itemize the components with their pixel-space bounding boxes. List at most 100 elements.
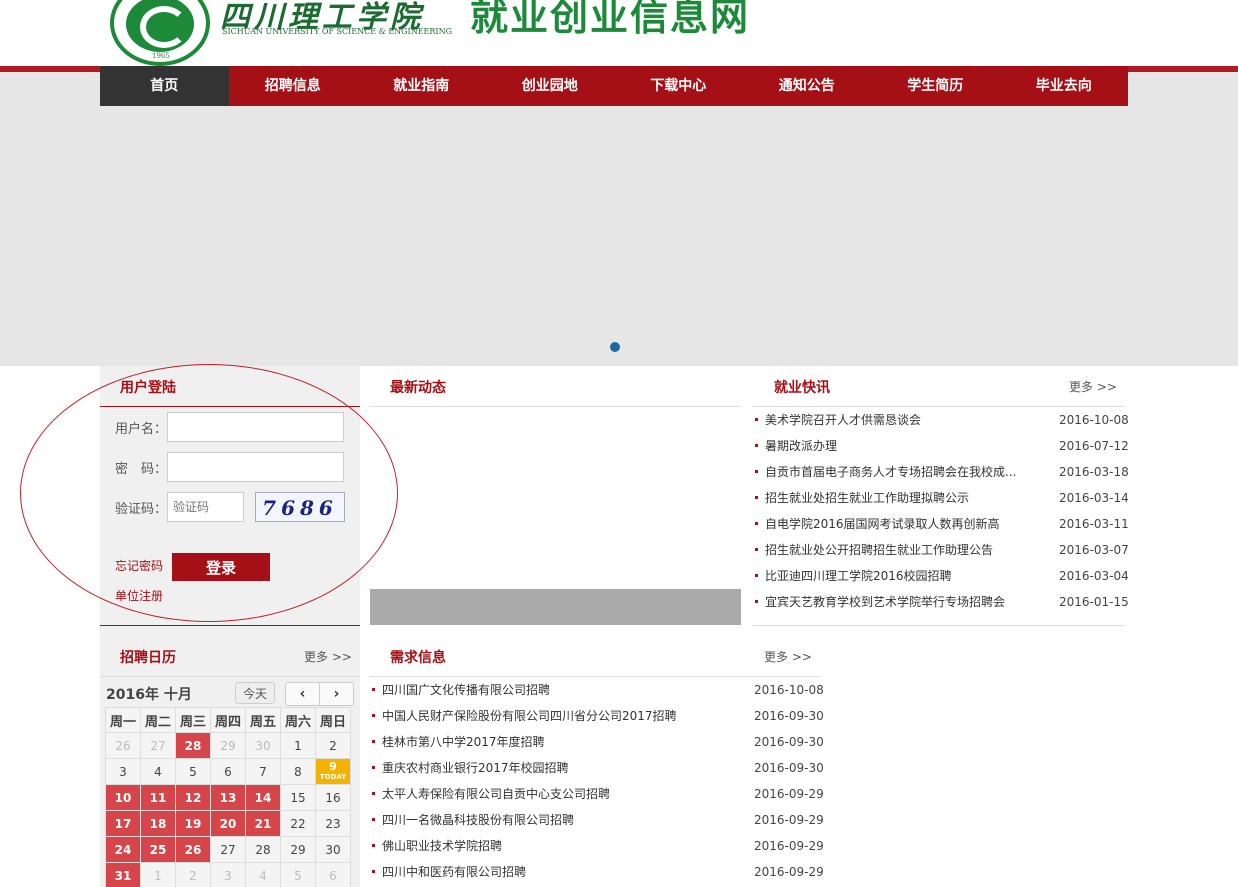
calendar-day[interactable]: 8 (280, 758, 316, 785)
logo[interactable]: 1965 四川理工学院 SICHUAN UNIVERSITY OF SCIENC… (110, 0, 460, 66)
list-item-title[interactable]: 中国人民财产保险股份有限公司四川省分公司2017招聘 (382, 703, 677, 729)
username-input[interactable] (167, 412, 344, 442)
calendar-day[interactable]: 16 (315, 784, 351, 811)
calendar-day[interactable]: 27 (210, 836, 246, 863)
calendar-prev-button[interactable]: ‹ (285, 682, 320, 706)
calendar-day[interactable]: 26 (175, 836, 211, 863)
employment-news-more-link[interactable]: 更多 >> (1069, 378, 1117, 395)
calendar-day[interactable]: 2 (175, 862, 211, 887)
list-item[interactable]: 招生就业处公开招聘招生就业工作助理公告 2016-03-07 (755, 537, 1129, 563)
list-item[interactable]: 四川国广文化传播有限公司招聘 2016-10-08 (372, 677, 824, 703)
calendar-day[interactable]: 6 (315, 862, 351, 887)
list-item[interactable]: 暑期改派办理 2016-07-12 (755, 433, 1129, 459)
calendar-today-button[interactable]: 今天 (235, 682, 275, 704)
calendar-day[interactable]: 28 (175, 732, 211, 759)
calendar-day[interactable]: 29 (210, 732, 246, 759)
calendar-day[interactable]: 28 (245, 836, 281, 863)
list-item[interactable]: 佛山职业技术学院招聘 2016-09-29 (372, 833, 824, 859)
calendar-day[interactable]: 31 (105, 862, 141, 887)
nav-item[interactable]: 学生简历 (871, 66, 1000, 106)
calendar-day[interactable]: 3 (105, 758, 141, 785)
list-item-title[interactable]: 宜宾天艺教育学校到艺术学院举行专场招聘会 (765, 589, 1005, 615)
nav-item[interactable]: 就业指南 (357, 66, 486, 106)
nav-item[interactable]: 招聘信息 (229, 66, 358, 106)
list-item-title[interactable]: 暑期改派办理 (765, 433, 837, 459)
captcha-input[interactable] (167, 492, 244, 522)
list-item-date: 2016-09-29 (754, 865, 824, 879)
captcha-image[interactable]: 7686 (255, 492, 345, 522)
calendar-day[interactable]: 25 (140, 836, 176, 863)
list-item-title[interactable]: 美术学院召开人才供需恳谈会 (765, 407, 921, 433)
list-item-title[interactable]: 自电学院2016届国网考试录取人数再创新高 (765, 511, 1000, 537)
nav-item[interactable]: 首页 (100, 66, 229, 106)
list-item[interactable]: 中国人民财产保险股份有限公司四川省分公司2017招聘 2016-09-30 (372, 703, 824, 729)
latest-title: 最新动态 (390, 380, 446, 396)
list-item[interactable]: 太平人寿保险有限公司自贡中心支公司招聘 2016-09-29 (372, 781, 824, 807)
calendar-next-button[interactable]: › (319, 682, 354, 706)
nav-item[interactable]: 通知公告 (743, 66, 872, 106)
calendar-day[interactable]: 4 (140, 758, 176, 785)
calendar-day[interactable]: 6 (210, 758, 246, 785)
forgot-password-link[interactable]: 忘记密码 (115, 557, 163, 574)
list-item[interactable]: 四川一名微晶科技股份有限公司招聘 2016-09-29 (372, 807, 824, 833)
list-item[interactable]: 宜宾天艺教育学校到艺术学院举行专场招聘会 2016-01-15 (755, 589, 1129, 615)
list-item[interactable]: 自贡市首届电子商务人才专场招聘会在我校成... 2016-03-18 (755, 459, 1129, 485)
calendar-day[interactable]: 18 (140, 810, 176, 837)
calendar-day[interactable]: 20 (210, 810, 246, 837)
calendar-day[interactable]: 24 (105, 836, 141, 863)
calendar-day[interactable]: 23 (315, 810, 351, 837)
calendar-day-today[interactable]: 9 TODAY (315, 758, 351, 785)
calendar-day[interactable]: 7 (245, 758, 281, 785)
calendar-day[interactable]: 27 (140, 732, 176, 759)
calendar-day[interactable]: 5 (175, 758, 211, 785)
list-item[interactable]: 自电学院2016届国网考试录取人数再创新高 2016-03-11 (755, 511, 1129, 537)
nav-item[interactable]: 下载中心 (614, 66, 743, 106)
list-item[interactable]: 美术学院召开人才供需恳谈会 2016-10-08 (755, 407, 1129, 433)
calendar-day[interactable]: 2 (315, 732, 351, 759)
calendar-day[interactable]: 10 (105, 784, 141, 811)
bullet-icon (372, 714, 375, 717)
list-item-title[interactable]: 重庆农村商业银行2017年校园招聘 (382, 755, 569, 781)
calendar-day[interactable]: 30 (245, 732, 281, 759)
calendar-day[interactable]: 1 (140, 862, 176, 887)
calendar-day[interactable]: 12 (175, 784, 211, 811)
list-item-title[interactable]: 佛山职业技术学院招聘 (382, 833, 502, 859)
login-button[interactable]: 登录 (172, 553, 270, 581)
list-item-title[interactable]: 招生就业处招生就业工作助理拟聘公示 (765, 485, 969, 511)
calendar-day[interactable]: 17 (105, 810, 141, 837)
register-link[interactable]: 单位注册 (115, 587, 163, 604)
calendar-day[interactable]: 13 (210, 784, 246, 811)
calendar-day[interactable]: 1 (280, 732, 316, 759)
calendar-day[interactable]: 29 (280, 836, 316, 863)
calendar-day[interactable]: 15 (280, 784, 316, 811)
demand-more-link[interactable]: 更多 >> (764, 648, 812, 665)
list-item-title[interactable]: 四川国广文化传播有限公司招聘 (382, 677, 550, 703)
list-item-title[interactable]: 四川中和医药有限公司招聘 (382, 859, 526, 885)
calendar-day[interactable]: 26 (105, 732, 141, 759)
calendar-day[interactable]: 30 (315, 836, 351, 863)
list-item[interactable]: 桂林市第八中学2017年度招聘 2016-09-30 (372, 729, 824, 755)
list-item-title[interactable]: 桂林市第八中学2017年度招聘 (382, 729, 545, 755)
list-item[interactable]: 重庆农村商业银行2017年校园招聘 2016-09-30 (372, 755, 824, 781)
calendar-day[interactable]: 4 (245, 862, 281, 887)
calendar-day[interactable]: 14 (245, 784, 281, 811)
list-item[interactable]: 比亚迪四川理工学院2016校园招聘 2016-03-04 (755, 563, 1129, 589)
calendar-day[interactable]: 11 (140, 784, 176, 811)
list-item[interactable]: 招生就业处招生就业工作助理拟聘公示 2016-03-14 (755, 485, 1129, 511)
nav-item[interactable]: 创业园地 (486, 66, 615, 106)
list-item-title[interactable]: 招生就业处公开招聘招生就业工作助理公告 (765, 537, 993, 563)
calendar-day[interactable]: 22 (280, 810, 316, 837)
list-item-title[interactable]: 四川一名微晶科技股份有限公司招聘 (382, 807, 574, 833)
banner-pager-dot[interactable] (610, 342, 620, 352)
list-item-title[interactable]: 自贡市首届电子商务人才专场招聘会在我校成... (765, 459, 1016, 485)
calendar-day[interactable]: 3 (210, 862, 246, 887)
calendar-day[interactable]: 5 (280, 862, 316, 887)
calendar-more-link[interactable]: 更多 >> (304, 648, 352, 665)
calendar-day[interactable]: 19 (175, 810, 211, 837)
password-input[interactable] (167, 452, 344, 482)
nav-item[interactable]: 毕业去向 (1000, 66, 1129, 106)
list-item[interactable]: 四川中和医药有限公司招聘 2016-09-29 (372, 859, 824, 885)
list-item-title[interactable]: 比亚迪四川理工学院2016校园招聘 (765, 563, 952, 589)
calendar-day[interactable]: 21 (245, 810, 281, 837)
list-item-title[interactable]: 太平人寿保险有限公司自贡中心支公司招聘 (382, 781, 610, 807)
